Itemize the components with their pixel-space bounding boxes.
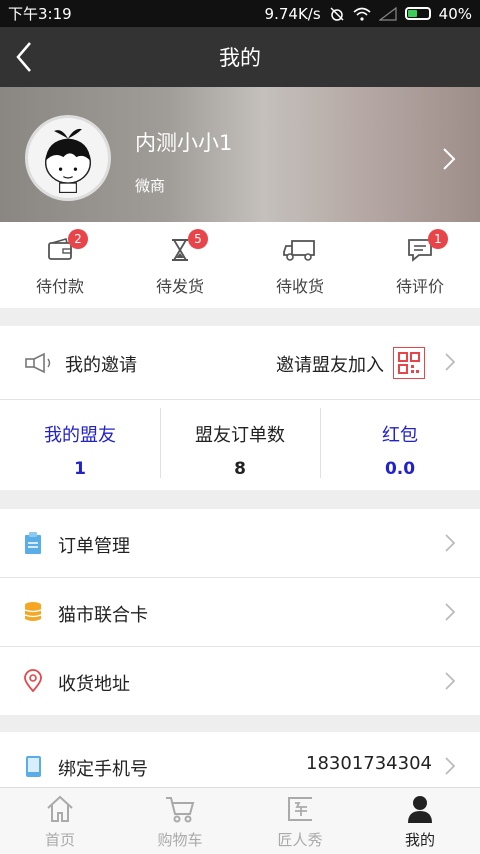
stat-value: 0.0: [384, 459, 416, 479]
chevron-right-icon: [445, 353, 456, 371]
battery-percent: 40%: [438, 4, 472, 23]
invite-row[interactable]: 我的邀请 邀请盟友加入: [0, 326, 480, 400]
tab-label: 匠人秀: [277, 831, 323, 849]
network-speed: 9.74K/s: [264, 4, 321, 23]
badge-pending-review: 1: [428, 229, 448, 249]
order-pending-shipment[interactable]: 5 待发货: [120, 222, 240, 308]
qr-code-button[interactable]: [393, 347, 425, 379]
status-time: 下午3:19: [8, 5, 72, 23]
chevron-right-icon: [445, 534, 456, 552]
stat-value: 1: [74, 459, 86, 479]
badge-pending-shipment: 5: [188, 229, 208, 249]
qr-code-icon: [398, 352, 420, 374]
stat-label: 我的盟友: [44, 425, 116, 446]
order-pending-receipt[interactable]: 待收货: [240, 222, 360, 308]
chevron-right-icon: [445, 757, 456, 775]
chevron-right-icon: [445, 603, 456, 621]
stat-value: 8: [234, 459, 246, 479]
menu-label: 收货地址: [58, 674, 130, 695]
alarm-icon: [330, 6, 344, 21]
nav-bar: 我的: [0, 27, 480, 87]
chevron-right-icon: [443, 148, 456, 170]
order-label: 待发货: [155, 277, 204, 296]
order-label: 待付款: [35, 277, 84, 296]
tab-cart[interactable]: 购物车: [120, 788, 240, 854]
signal-icon: [378, 6, 397, 21]
avatar[interactable]: [25, 115, 111, 201]
home-icon: [47, 795, 73, 822]
page-title: 我的: [219, 46, 261, 70]
order-pending-payment[interactable]: 2 待付款: [0, 222, 120, 308]
invite-label: 我的邀请: [65, 355, 137, 376]
status-bar: 下午3:19 9.74K/s 40%: [0, 0, 480, 27]
menu-item-order-management[interactable]: 订单管理: [0, 509, 480, 577]
stat-ally-orders[interactable]: 盟友订单数 8: [160, 400, 320, 490]
chevron-right-icon: [445, 672, 456, 690]
tab-label: 首页: [44, 831, 75, 849]
menu-label: 绑定手机号: [58, 759, 148, 780]
tab-mine[interactable]: 我的: [360, 788, 480, 854]
stat-label: 盟友订单数: [195, 425, 285, 446]
location-pin-icon: [24, 669, 42, 693]
profile-name: 内测小小1: [135, 131, 233, 155]
craftsman-icon: [288, 797, 312, 821]
menu-label: 订单管理: [58, 536, 130, 557]
tab-home[interactable]: 首页: [0, 788, 120, 854]
phone-number: 18301734304: [306, 753, 432, 774]
profile-role: 微商: [135, 177, 166, 195]
order-pending-review[interactable]: 1 待评价: [360, 222, 480, 308]
tab-label: 购物车: [157, 831, 203, 849]
menu-label: 猫市联合卡: [58, 605, 148, 626]
tab-label: 我的: [404, 831, 435, 849]
person-icon: [408, 796, 432, 823]
badge-pending-payment: 2: [68, 229, 88, 249]
invite-action-label[interactable]: 邀请盟友加入: [276, 351, 384, 377]
stat-my-allies[interactable]: 我的盟友 1: [0, 400, 160, 490]
tab-craftsman[interactable]: 匠人秀: [240, 788, 360, 854]
phone-icon: [26, 756, 41, 777]
truck-icon: [283, 240, 315, 261]
order-label: 待评价: [395, 277, 444, 296]
order-label: 待收货: [275, 277, 324, 296]
megaphone-icon: [25, 352, 51, 374]
stat-label: 红包: [382, 425, 418, 446]
tab-bar: 首页 购物车 匠人秀 我的: [0, 787, 480, 854]
stats-row: 我的盟友 1 盟友订单数 8 红包 0.0: [0, 400, 480, 490]
clipboard-icon: [25, 532, 41, 554]
wifi-icon: [353, 7, 371, 21]
menu-item-union-card[interactable]: 猫市联合卡: [0, 578, 480, 646]
menu-item-shipping-address[interactable]: 收货地址: [0, 647, 480, 715]
back-icon[interactable]: [10, 37, 46, 77]
cart-icon: [166, 797, 195, 823]
battery-icon: [404, 7, 431, 20]
profile-header[interactable]: 内测小小1 微商: [0, 87, 480, 222]
coin-stack-icon: [24, 602, 42, 621]
order-status-row: 2 待付款 5 待发货 待收货 1 待评价: [0, 222, 480, 308]
stat-red-packet[interactable]: 红包 0.0: [320, 400, 480, 490]
